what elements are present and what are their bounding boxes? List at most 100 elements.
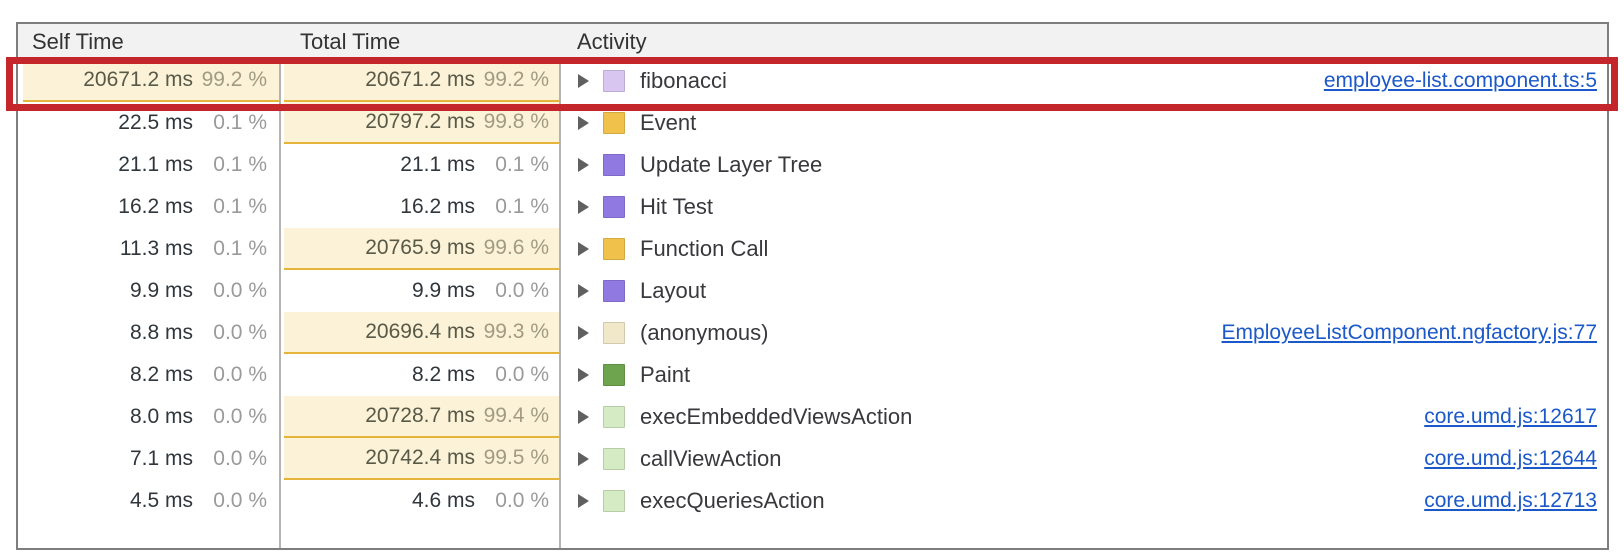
activity-label: callViewAction — [640, 446, 781, 472]
self-time-value: 4.5 ms — [130, 489, 193, 513]
expand-arrow-icon[interactable] — [578, 410, 589, 424]
source-location-link[interactable]: employee-list.component.ts:5 — [1324, 69, 1607, 93]
activity-cell: execEmbeddedViewsAction core.umd.js:1261… — [561, 396, 1607, 438]
activity-label: (anonymous) — [640, 320, 768, 346]
self-time-cell: 8.2 ms 0.0 % — [18, 354, 279, 396]
expand-arrow-icon[interactable] — [578, 200, 589, 214]
table-row[interactable]: 7.1 ms 0.0 % 20742.4 ms 99.5 % callViewA… — [18, 438, 1607, 480]
activity-cell: execQueriesAction core.umd.js:12713 — [561, 480, 1607, 522]
js-function-icon — [603, 448, 625, 470]
total-time-cell: 20765.9 ms 99.6 % — [279, 228, 561, 270]
self-time-cell: 8.0 ms 0.0 % — [18, 396, 279, 438]
total-time-value: 20696.4 ms — [365, 320, 475, 344]
table-row[interactable]: 20671.2 ms 99.2 % 20671.2 ms 99.2 % fibo… — [18, 60, 1607, 102]
self-time-percent: 99.2 % — [193, 68, 267, 92]
event-icon — [603, 112, 625, 134]
table-row[interactable]: 16.2 ms 0.1 % 16.2 ms 0.1 % Hit Test — [18, 186, 1607, 228]
source-location-link[interactable]: EmployeeListComponent.ngfactory.js:77 — [1222, 321, 1607, 345]
self-time-percent: 0.1 % — [193, 237, 267, 261]
self-time-value: 8.0 ms — [130, 405, 193, 429]
self-time-value: 20671.2 ms — [83, 68, 193, 92]
devtools-performance-bottom-up-panel: Self Time Total Time Activity 20671.2 ms… — [0, 0, 1624, 560]
activity-label: Update Layer Tree — [640, 152, 822, 178]
self-time-percent: 0.0 % — [193, 405, 267, 429]
total-time-value: 8.2 ms — [412, 363, 475, 387]
table-header: Self Time Total Time Activity — [18, 24, 1607, 60]
expand-arrow-icon[interactable] — [578, 242, 589, 256]
total-time-percent: 99.3 % — [475, 320, 549, 344]
activity-label: execEmbeddedViewsAction — [640, 404, 912, 430]
source-location-link[interactable]: core.umd.js:12617 — [1424, 405, 1607, 429]
total-time-cell: 9.9 ms 0.0 % — [279, 270, 561, 312]
table-row[interactable]: 8.0 ms 0.0 % 20728.7 ms 99.4 % execEmbed… — [18, 396, 1607, 438]
table-body: 20671.2 ms 99.2 % 20671.2 ms 99.2 % fibo… — [18, 60, 1607, 522]
table-row[interactable]: 8.2 ms 0.0 % 8.2 ms 0.0 % Paint — [18, 354, 1607, 396]
expand-arrow-icon[interactable] — [578, 494, 589, 508]
total-time-cell: 20671.2 ms 99.2 % — [279, 60, 561, 102]
expand-arrow-icon[interactable] — [578, 116, 589, 130]
self-time-percent: 0.0 % — [193, 363, 267, 387]
table-row[interactable]: 4.5 ms 0.0 % 4.6 ms 0.0 % execQueriesAct… — [18, 480, 1607, 522]
self-time-value: 7.1 ms — [130, 447, 193, 471]
total-time-cell: 20696.4 ms 99.3 % — [279, 312, 561, 354]
self-time-percent: 0.0 % — [193, 447, 267, 471]
activity-cell: Hit Test — [561, 186, 1607, 228]
column-divider — [559, 24, 561, 548]
activity-cell: Layout — [561, 270, 1607, 312]
activity-cell: fibonacci employee-list.component.ts:5 — [561, 60, 1607, 102]
activity-label: Paint — [640, 362, 690, 388]
expand-arrow-icon[interactable] — [578, 452, 589, 466]
table-row[interactable]: 22.5 ms 0.1 % 20797.2 ms 99.8 % Event — [18, 102, 1607, 144]
total-time-value: 20728.7 ms — [365, 404, 475, 428]
activity-label: Hit Test — [640, 194, 713, 220]
total-time-value: 20797.2 ms — [365, 110, 475, 134]
total-time-cell: 20728.7 ms 99.4 % — [279, 396, 561, 438]
scripting-icon — [603, 238, 625, 260]
self-time-value: 22.5 ms — [118, 111, 193, 135]
expand-arrow-icon[interactable] — [578, 326, 589, 340]
column-header-total-time[interactable]: Total Time — [279, 24, 561, 59]
activity-cell: (anonymous) EmployeeListComponent.ngfact… — [561, 312, 1607, 354]
js-function-icon — [603, 490, 625, 512]
self-time-percent: 0.0 % — [193, 279, 267, 303]
total-time-percent: 99.8 % — [475, 110, 549, 134]
total-time-cell: 4.6 ms 0.0 % — [279, 480, 561, 522]
expand-arrow-icon[interactable] — [578, 158, 589, 172]
total-time-value: 20742.4 ms — [365, 446, 475, 470]
column-divider — [279, 24, 281, 548]
total-time-percent: 0.1 % — [475, 195, 549, 219]
column-header-self-time[interactable]: Self Time — [18, 24, 279, 59]
total-time-percent: 99.6 % — [475, 236, 549, 260]
expand-arrow-icon[interactable] — [578, 284, 589, 298]
total-time-cell: 16.2 ms 0.1 % — [279, 186, 561, 228]
total-time-value: 20765.9 ms — [365, 236, 475, 260]
painting-icon — [603, 364, 625, 386]
self-time-cell: 16.2 ms 0.1 % — [18, 186, 279, 228]
self-time-cell: 22.5 ms 0.1 % — [18, 102, 279, 144]
activity-label: fibonacci — [640, 68, 727, 94]
expand-arrow-icon[interactable] — [578, 74, 589, 88]
expand-arrow-icon[interactable] — [578, 368, 589, 382]
self-time-cell: 4.5 ms 0.0 % — [18, 480, 279, 522]
total-time-cell: 20797.2 ms 99.8 % — [279, 102, 561, 144]
column-header-activity[interactable]: Activity — [561, 24, 1607, 59]
self-time-value: 8.8 ms — [130, 321, 193, 345]
table-row[interactable]: 11.3 ms 0.1 % 20765.9 ms 99.6 % Function… — [18, 228, 1607, 270]
total-time-cell: 21.1 ms 0.1 % — [279, 144, 561, 186]
source-location-link[interactable]: core.umd.js:12644 — [1424, 447, 1607, 471]
rendering-icon — [603, 196, 625, 218]
total-time-value: 4.6 ms — [412, 489, 475, 513]
self-time-value: 16.2 ms — [118, 195, 193, 219]
source-location-link[interactable]: core.umd.js:12713 — [1424, 489, 1607, 513]
total-time-value: 21.1 ms — [400, 153, 475, 177]
self-time-percent: 0.1 % — [193, 153, 267, 177]
activity-cell: Event — [561, 102, 1607, 144]
total-time-value: 16.2 ms — [400, 195, 475, 219]
table-row[interactable]: 21.1 ms 0.1 % 21.1 ms 0.1 % Update Layer… — [18, 144, 1607, 186]
self-time-cell: 11.3 ms 0.1 % — [18, 228, 279, 270]
js-function-icon — [603, 322, 625, 344]
self-time-percent: 0.1 % — [193, 195, 267, 219]
table-row[interactable]: 9.9 ms 0.0 % 9.9 ms 0.0 % Layout — [18, 270, 1607, 312]
table-row[interactable]: 8.8 ms 0.0 % 20696.4 ms 99.3 % (anonymou… — [18, 312, 1607, 354]
self-time-value: 8.2 ms — [130, 363, 193, 387]
